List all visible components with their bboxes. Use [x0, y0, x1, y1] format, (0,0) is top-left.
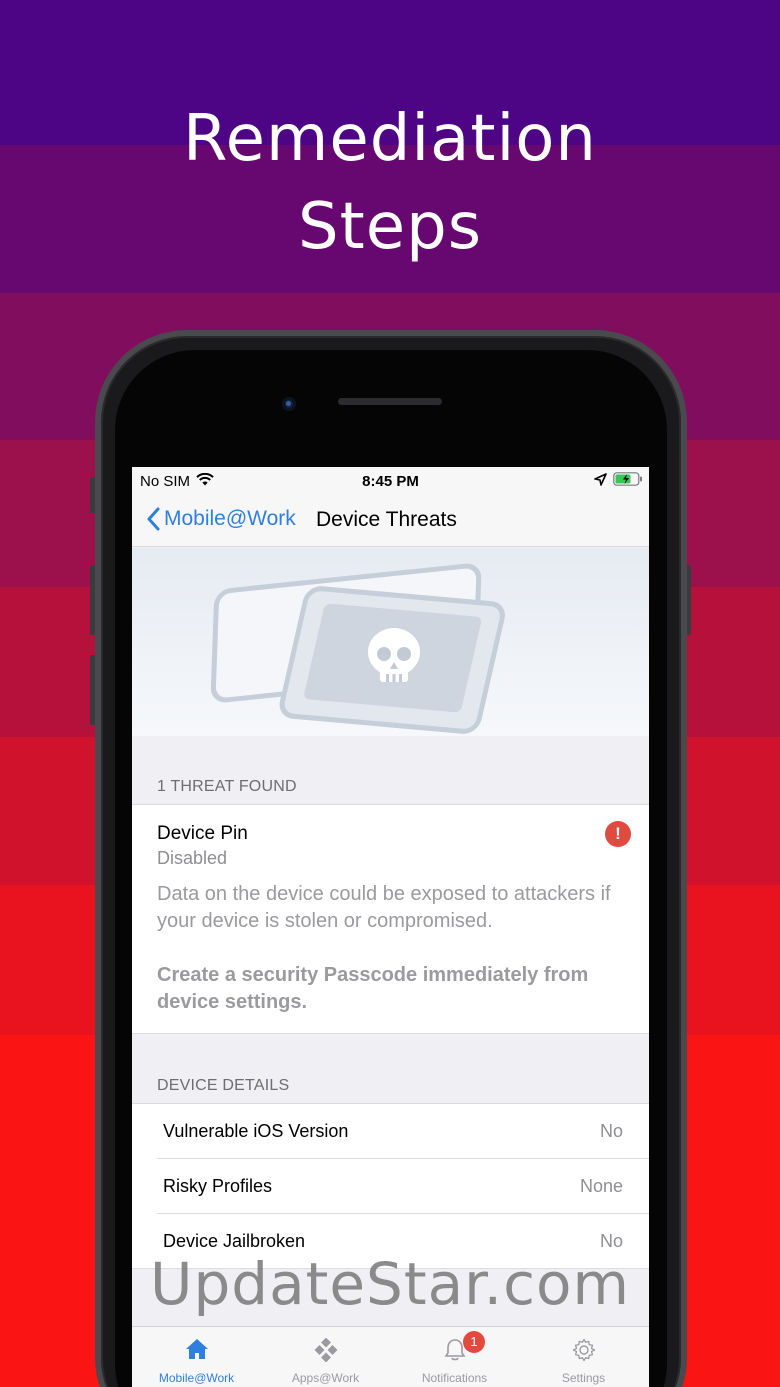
threat-status: Disabled [157, 848, 228, 868]
detail-value: No [599, 1231, 623, 1251]
threat-description: Data on the device could be exposed to a… [157, 883, 611, 932]
device-details-section-header: DEVICE DETAILS [157, 1077, 290, 1094]
page-title: Device Threats [316, 508, 457, 531]
front-camera [282, 397, 296, 411]
home-icon [185, 1339, 208, 1359]
headline: Remediation Steps [0, 95, 780, 271]
earpiece-speaker [338, 398, 442, 405]
threat-remediation-action: Create a security Passcode immediately f… [157, 964, 589, 1013]
status-time: 8:45 PM [362, 473, 419, 490]
threat-illustration [132, 548, 649, 736]
tab-label: Notifications [421, 1371, 488, 1385]
phone-screen: No SIM 8:45 PM Mobile@Work Device Threat… [132, 467, 649, 1387]
tab-notifications[interactable]: 1 Notifications [390, 1327, 519, 1387]
navigation-bar: Mobile@Work Device Threats [132, 495, 649, 547]
battery-icon [613, 472, 643, 490]
tab-label: Apps@Work [291, 1371, 360, 1385]
tab-apps-at-work[interactable]: Apps@Work [261, 1327, 390, 1387]
status-bar: No SIM 8:45 PM [132, 467, 649, 495]
headline-line-1: Remediation [183, 102, 597, 176]
tab-label: Settings [561, 1371, 606, 1385]
apps-icon [314, 1338, 337, 1362]
status-right [594, 472, 643, 490]
detail-label: Risky Profiles [163, 1176, 273, 1196]
detail-row-risky-profiles: Risky Profiles None [132, 1159, 649, 1214]
detail-value: None [579, 1176, 623, 1196]
device-details-list: Vulnerable iOS Version No Risky Profiles… [132, 1103, 649, 1269]
detail-row-vulnerable-ios: Vulnerable iOS Version No [132, 1104, 649, 1159]
gear-icon [572, 1338, 595, 1362]
back-button[interactable]: Mobile@Work [146, 507, 296, 531]
watermark: UpdateStar.com [150, 1250, 630, 1318]
detail-value: No [599, 1121, 623, 1141]
skull-devices-illustration [210, 563, 505, 734]
detail-label: Device Jailbroken [163, 1231, 306, 1251]
headline-line-2: Steps [297, 190, 483, 264]
detail-label: Vulnerable iOS Version [163, 1121, 349, 1141]
chevron-left-icon [147, 507, 160, 531]
tab-settings[interactable]: Settings [519, 1327, 648, 1387]
threat-card[interactable]: Device Pin Disabled ! Data on the device… [132, 804, 649, 1034]
tab-mobile-at-work[interactable]: Mobile@Work [132, 1327, 261, 1387]
tab-label: Mobile@Work [158, 1371, 235, 1385]
threat-title: Device Pin [157, 823, 248, 844]
back-label: Mobile@Work [164, 507, 296, 530]
location-icon [594, 472, 607, 490]
notification-badge: 1 [463, 1331, 485, 1353]
alert-icon: ! [605, 821, 631, 847]
threats-section-header: 1 THREAT FOUND [157, 778, 297, 795]
tab-bar: Mobile@Work Apps@Work 1 Notifications Se… [132, 1326, 649, 1387]
